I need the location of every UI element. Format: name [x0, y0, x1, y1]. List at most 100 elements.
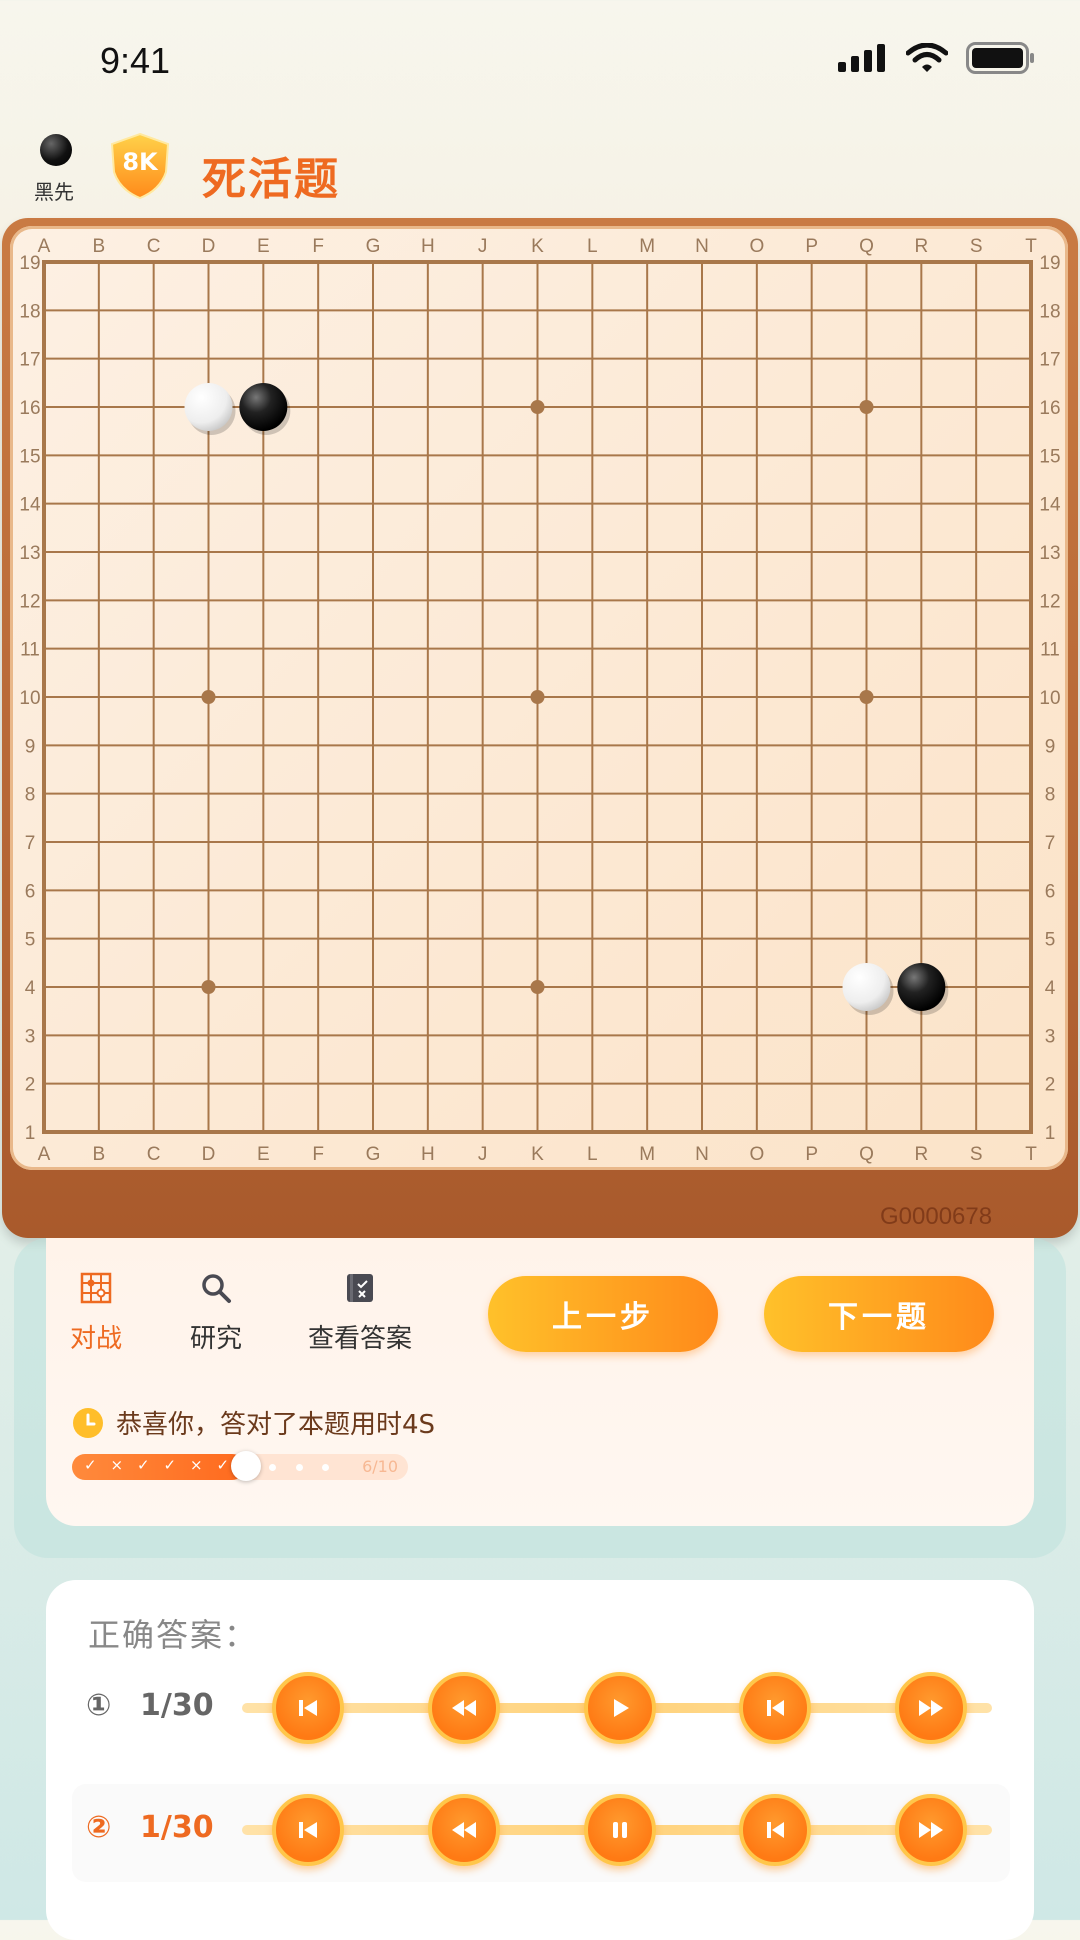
row-label: 18	[19, 301, 40, 322]
row-label: 3	[25, 1026, 36, 1047]
tool-battle-label: 对战	[70, 1324, 123, 1354]
column-label: A	[38, 1144, 51, 1165]
tool-research-label: 研究	[190, 1324, 243, 1354]
row-label: 2	[1045, 1075, 1056, 1096]
column-label: P	[805, 1144, 818, 1165]
tool-battle[interactable]: 对战	[70, 1272, 122, 1355]
answer-index: ②	[86, 1810, 112, 1845]
column-label: B	[92, 236, 105, 257]
tool-view-answer[interactable]: 查看答案	[308, 1272, 412, 1355]
column-label: C	[147, 236, 161, 257]
step-back-button[interactable]	[739, 1672, 811, 1744]
row-label: 17	[19, 350, 40, 371]
result-text: 恭喜你，答对了本题用时4S	[116, 1410, 436, 1440]
play-button[interactable]	[584, 1672, 656, 1744]
rewind-button[interactable]	[428, 1794, 500, 1866]
star-point	[201, 690, 216, 704]
rewind-icon	[452, 1700, 476, 1716]
column-label: S	[970, 236, 983, 257]
column-label: S	[970, 1144, 983, 1165]
column-label: K	[531, 236, 544, 257]
column-label: L	[587, 1144, 598, 1165]
star-point	[859, 690, 874, 704]
row-label: 19	[19, 253, 40, 274]
star-point	[201, 980, 216, 994]
row-label: 13	[1039, 543, 1060, 564]
fast-forward-icon	[919, 1700, 943, 1716]
column-label: C	[147, 1144, 161, 1165]
column-label: H	[421, 1144, 435, 1165]
row-label: 15	[1039, 446, 1060, 467]
step-back-icon	[767, 1700, 784, 1716]
row-label: 14	[19, 495, 41, 516]
answer-count: 1/30	[140, 1810, 214, 1845]
prev-step-button[interactable]: 上一步	[488, 1276, 718, 1352]
column-label: P	[805, 236, 818, 257]
answer-index: ①	[86, 1688, 112, 1723]
column-label: R	[914, 1144, 928, 1165]
column-label: E	[257, 236, 270, 257]
row-label: 16	[1039, 398, 1060, 419]
tool-research[interactable]: 研究	[190, 1272, 242, 1355]
search-icon	[202, 1274, 231, 1303]
row-label: 1	[25, 1123, 36, 1144]
row-label: 3	[1045, 1026, 1056, 1047]
pause-icon	[613, 1822, 627, 1838]
tool-view-answer-label: 查看答案	[308, 1324, 413, 1354]
star-point	[530, 400, 545, 414]
row-label: 6	[25, 881, 36, 902]
row-label: 18	[1039, 301, 1060, 322]
go-board[interactable]: AABBCCDDEEFFGGHHJJKKLLMMNNOOPPQQRRSSTT19…	[0, 0, 1080, 1240]
pause-button[interactable]	[584, 1794, 656, 1866]
column-label: F	[312, 1144, 324, 1165]
white-stone	[842, 963, 891, 1011]
star-point	[530, 980, 545, 994]
answer-icon	[347, 1274, 373, 1302]
column-label: J	[478, 236, 488, 257]
row-label: 2	[25, 1075, 36, 1096]
row-label: 11	[20, 640, 40, 661]
row-label: 10	[19, 688, 40, 709]
row-label: 9	[1045, 736, 1056, 757]
row-label: 17	[1039, 350, 1060, 371]
row-label: 7	[25, 833, 36, 854]
row-label: 5	[25, 930, 36, 951]
step-back-button[interactable]	[739, 1794, 811, 1866]
white-stone	[184, 383, 233, 431]
column-label: T	[1025, 236, 1037, 257]
column-label: M	[639, 236, 655, 257]
column-label: H	[421, 236, 435, 257]
skip-start-icon	[299, 1700, 317, 1716]
clock-icon	[73, 1407, 103, 1438]
fast-forward-button[interactable]	[895, 1794, 967, 1866]
progress-bar[interactable]: 6/10 ✓ × ✓ ✓ × ✓	[72, 1451, 408, 1481]
progress-knob[interactable]	[230, 1451, 261, 1481]
rewind-button[interactable]	[428, 1672, 500, 1744]
row-label: 13	[19, 543, 40, 564]
row-label: 4	[1045, 978, 1056, 999]
skip-start-button[interactable]	[272, 1794, 344, 1866]
column-label: K	[531, 1144, 544, 1165]
column-label: M	[639, 1144, 655, 1165]
column-label: T	[1025, 1144, 1037, 1165]
star-point	[530, 690, 545, 704]
progress-dot	[322, 1464, 329, 1471]
column-label: D	[202, 1144, 216, 1165]
row-label: 9	[25, 736, 36, 757]
row-label: 8	[25, 785, 36, 806]
board-icon	[80, 1272, 112, 1304]
column-label: Q	[859, 236, 874, 257]
skip-start-button[interactable]	[272, 1672, 344, 1744]
column-label: R	[914, 236, 928, 257]
fast-forward-button[interactable]	[895, 1672, 967, 1744]
row-label: 5	[1045, 930, 1056, 951]
answer-title: 正确答案：	[88, 1616, 259, 1654]
row-label: 12	[1039, 591, 1060, 612]
row-label: 12	[19, 591, 40, 612]
progress-dot	[295, 1464, 303, 1471]
progress-check: ✓	[216, 1456, 230, 1474]
row-label: 16	[19, 398, 40, 419]
row-label: 6	[1045, 881, 1056, 902]
next-problem-button[interactable]: 下一题	[764, 1276, 994, 1352]
column-label: E	[257, 1144, 270, 1165]
